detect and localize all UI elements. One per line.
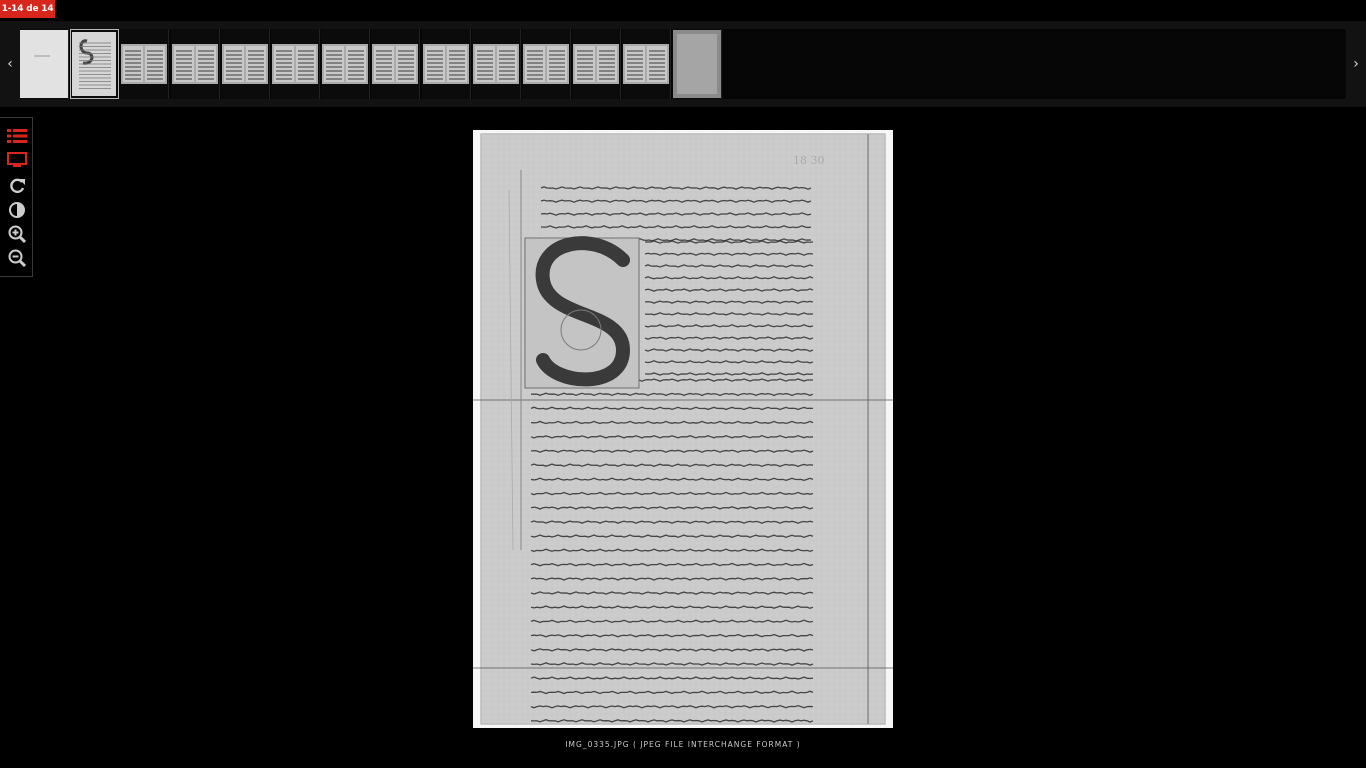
- next-arrow-icon[interactable]: ›: [1348, 50, 1364, 78]
- thumbnail-strip: [20, 29, 1346, 99]
- list-icon[interactable]: [6, 126, 28, 146]
- monitor-icon[interactable]: [6, 150, 28, 170]
- viewer-toolbar: [0, 117, 33, 277]
- initial-s: [524, 236, 640, 389]
- thumbnail[interactable]: [471, 29, 521, 99]
- thumbnail[interactable]: [622, 29, 672, 99]
- thumbnail[interactable]: [20, 29, 69, 99]
- rotate-icon[interactable]: [6, 176, 28, 196]
- thumbnail[interactable]: [120, 29, 170, 99]
- contrast-icon[interactable]: [6, 200, 28, 220]
- thumbnail[interactable]: [672, 29, 722, 99]
- zoom-in-icon[interactable]: [6, 224, 28, 244]
- thumbnail[interactable]: [522, 29, 571, 99]
- thumbnail[interactable]: [572, 29, 622, 99]
- thumbnail[interactable]: [70, 29, 120, 99]
- thumbnail[interactable]: [170, 29, 220, 99]
- prev-arrow-icon[interactable]: ‹: [2, 50, 18, 78]
- image-caption: IMG_0335.JPG ( JPEG FILE INTERCHANGE FOR…: [565, 740, 801, 749]
- thumbnail[interactable]: [271, 29, 320, 99]
- zoom-out-icon[interactable]: [6, 248, 28, 268]
- thumbnail[interactable]: [371, 29, 421, 99]
- page-counter: 1-14 de 14: [0, 0, 55, 18]
- manuscript-image: 18 30: [473, 130, 893, 728]
- thumbnail[interactable]: [421, 29, 471, 99]
- thumbnail[interactable]: [321, 29, 371, 99]
- thumbnail[interactable]: [220, 29, 270, 99]
- folio-number: 18 30: [793, 154, 825, 167]
